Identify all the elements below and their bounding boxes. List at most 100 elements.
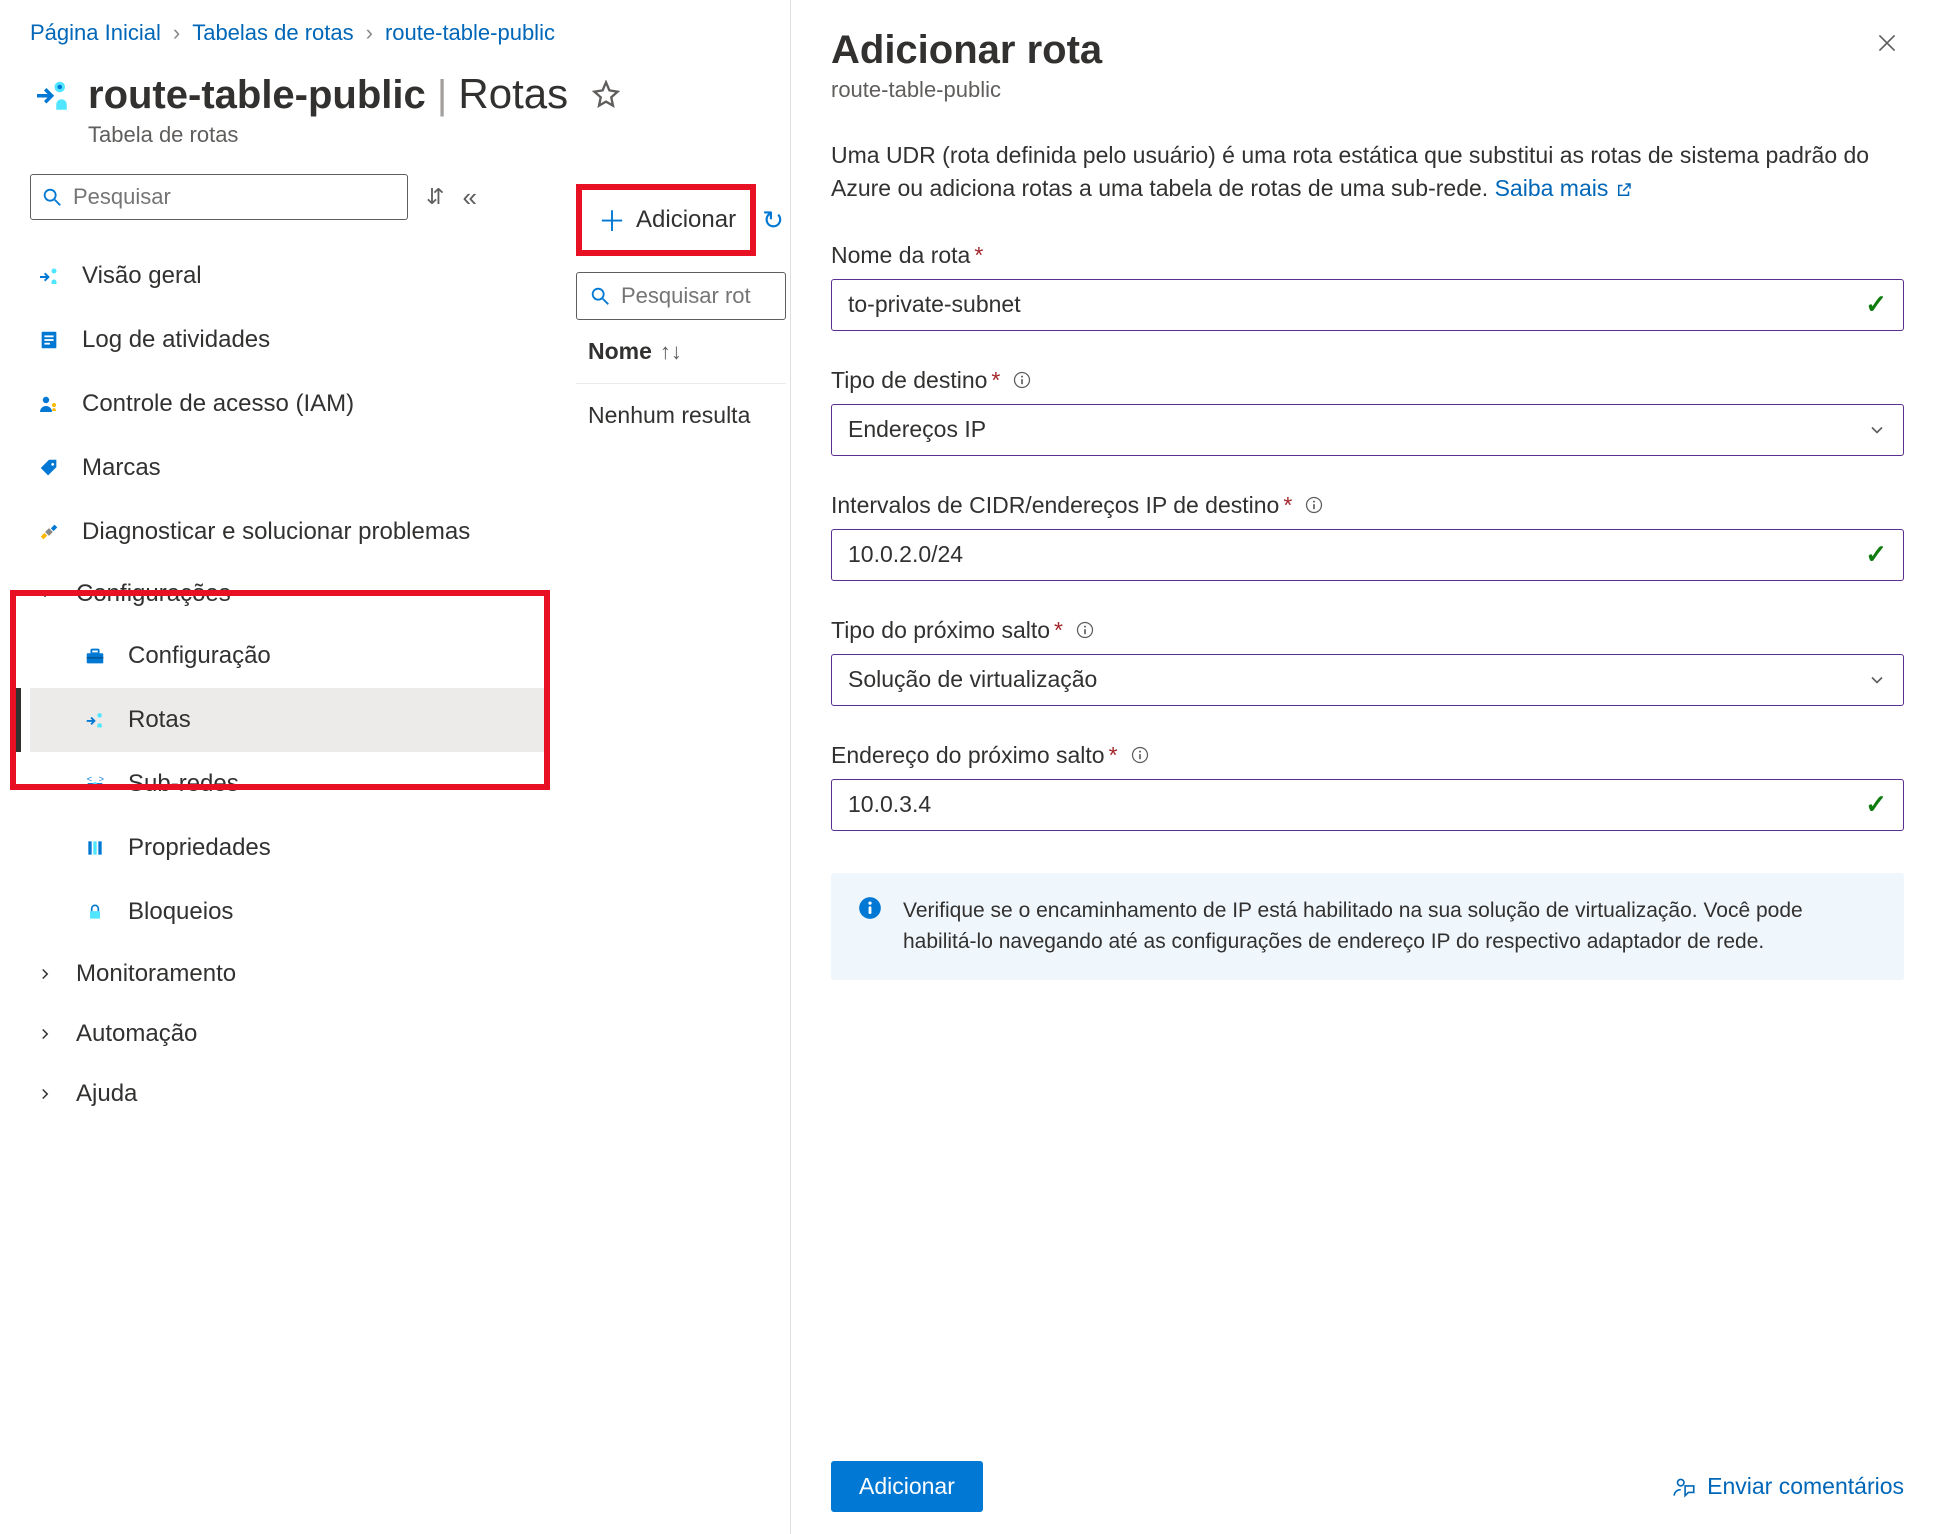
info-icon[interactable] bbox=[1304, 495, 1324, 515]
sidebar-item-label: Rotas bbox=[128, 706, 191, 734]
sidebar-item-label: Controle de acesso (IAM) bbox=[82, 390, 354, 418]
breadcrumb-home[interactable]: Página Inicial bbox=[30, 20, 161, 46]
routes-icon bbox=[82, 707, 108, 733]
feedback-icon bbox=[1671, 1474, 1697, 1500]
svg-text:>: > bbox=[99, 774, 104, 784]
info-icon bbox=[857, 895, 883, 921]
route-table-icon bbox=[36, 263, 62, 289]
collapse-sidebar-icon[interactable]: « bbox=[462, 182, 476, 213]
field-label: Tipo de destino bbox=[831, 367, 987, 394]
required-indicator: * bbox=[1054, 617, 1063, 644]
subnets-icon: <> bbox=[82, 771, 108, 797]
table-header-name[interactable]: Nome↑↓ bbox=[576, 320, 786, 384]
chevron-down-icon bbox=[36, 585, 54, 603]
chevron-right-icon: › bbox=[173, 20, 180, 46]
chevron-down-icon bbox=[1867, 670, 1887, 690]
sidebar-item-tags[interactable]: Marcas bbox=[30, 436, 550, 500]
sidebar-group-settings[interactable]: Configurações bbox=[30, 564, 550, 624]
sidebar-item-configuration[interactable]: Configuração bbox=[30, 624, 550, 688]
sidebar-item-label: Propriedades bbox=[128, 834, 271, 862]
sidebar-item-properties[interactable]: Propriedades bbox=[30, 816, 550, 880]
external-link-icon bbox=[1615, 181, 1633, 199]
panel-footer: Adicionar Enviar comentários bbox=[831, 1461, 1904, 1512]
field-label: Endereço do próximo salto bbox=[831, 742, 1105, 769]
validated-check-icon: ✓ bbox=[1865, 539, 1887, 570]
field-next-hop-address: Endereço do próximo salto* 10.0.3.4 ✓ bbox=[831, 742, 1904, 831]
table-empty-text: Nenhum resulta bbox=[576, 384, 786, 429]
sidebar-group-label: Configurações bbox=[76, 580, 231, 608]
field-label: Nome da rota bbox=[831, 242, 970, 269]
sidebar-item-subnets[interactable]: <> Sub-redes bbox=[30, 752, 550, 816]
sidebar-item-routes[interactable]: Rotas bbox=[30, 688, 550, 752]
panel-description: Uma UDR (rota definida pelo usuário) é u… bbox=[831, 139, 1904, 206]
chevron-right-icon: › bbox=[366, 20, 373, 46]
field-cidr: Intervalos de CIDR/endereços IP de desti… bbox=[831, 492, 1904, 581]
sidebar-group-monitoring[interactable]: Monitoramento bbox=[30, 944, 550, 1004]
sidebar-item-activity-log[interactable]: Log de atividades bbox=[30, 308, 550, 372]
chevron-right-icon bbox=[36, 1085, 54, 1103]
sidebar-group-automation[interactable]: Automação bbox=[30, 1004, 550, 1064]
field-next-hop-type: Tipo do próximo salto* Solução de virtua… bbox=[831, 617, 1904, 706]
favorite-star-icon[interactable] bbox=[592, 80, 620, 108]
sidebar-group-label: Monitoramento bbox=[76, 960, 236, 988]
expand-collapse-icon[interactable]: ⇵ bbox=[426, 184, 444, 210]
feedback-link[interactable]: Enviar comentários bbox=[1671, 1473, 1904, 1500]
field-destination-type: Tipo de destino* Endereços IP bbox=[831, 367, 1904, 456]
learn-more-link[interactable]: Saiba mais bbox=[1495, 175, 1633, 201]
sort-icon: ↑↓ bbox=[660, 339, 682, 365]
chevron-right-icon bbox=[36, 965, 54, 983]
field-route-name: Nome da rota* to-private-subnet ✓ bbox=[831, 242, 1904, 331]
destination-type-select[interactable]: Endereços IP bbox=[831, 404, 1904, 456]
sidebar-item-overview[interactable]: Visão geral bbox=[30, 244, 550, 308]
field-label: Intervalos de CIDR/endereços IP de desti… bbox=[831, 492, 1279, 519]
breadcrumb: Página Inicial › Tabelas de rotas › rout… bbox=[30, 20, 790, 46]
toolbox-icon bbox=[82, 643, 108, 669]
field-label: Tipo do próximo salto bbox=[831, 617, 1050, 644]
sidebar-item-label: Visão geral bbox=[82, 262, 202, 290]
sidebar-item-label: Log de atividades bbox=[82, 326, 270, 354]
cidr-input[interactable]: 10.0.2.0/24 ✓ bbox=[831, 529, 1904, 581]
page-title: route-table-public | Rotas bbox=[88, 70, 568, 118]
diagnose-icon bbox=[36, 519, 62, 545]
breadcrumb-route-tables[interactable]: Tabelas de rotas bbox=[192, 20, 353, 46]
tag-icon bbox=[36, 455, 62, 481]
required-indicator: * bbox=[1109, 742, 1118, 769]
submit-button[interactable]: Adicionar bbox=[831, 1461, 983, 1512]
sidebar-group-help[interactable]: Ajuda bbox=[30, 1064, 550, 1124]
sidebar-search[interactable] bbox=[30, 174, 408, 220]
sidebar-item-label: Marcas bbox=[82, 454, 161, 482]
lock-icon bbox=[82, 899, 108, 925]
svg-text:<: < bbox=[87, 774, 92, 784]
chevron-down-icon bbox=[1867, 420, 1887, 440]
close-icon[interactable] bbox=[1874, 30, 1900, 56]
resource-header: route-table-public | Rotas bbox=[30, 70, 790, 118]
sidebar-item-iam[interactable]: Controle de acesso (IAM) bbox=[30, 372, 550, 436]
refresh-icon[interactable]: ↻ bbox=[762, 205, 784, 236]
sidebar-item-label: Configuração bbox=[128, 642, 271, 670]
required-indicator: * bbox=[991, 367, 1000, 394]
sidebar-search-input[interactable] bbox=[73, 184, 397, 210]
iam-icon bbox=[36, 391, 62, 417]
next-hop-type-select[interactable]: Solução de virtualização bbox=[831, 654, 1904, 706]
route-name-input[interactable]: to-private-subnet ✓ bbox=[831, 279, 1904, 331]
info-icon[interactable] bbox=[1012, 370, 1032, 390]
sidebar-group-label: Automação bbox=[76, 1020, 197, 1048]
breadcrumb-resource[interactable]: route-table-public bbox=[385, 20, 555, 46]
routes-table: Nome↑↓ Nenhum resulta bbox=[576, 272, 786, 429]
next-hop-address-input[interactable]: 10.0.3.4 ✓ bbox=[831, 779, 1904, 831]
required-indicator: * bbox=[974, 242, 983, 269]
sidebar-menu: Visão geral Log de atividades Controle d… bbox=[30, 244, 550, 1124]
required-indicator: * bbox=[1283, 492, 1292, 519]
info-icon[interactable] bbox=[1075, 620, 1095, 640]
sidebar-item-diagnose[interactable]: Diagnosticar e solucionar problemas bbox=[30, 500, 550, 564]
plus-icon: ＋ bbox=[598, 200, 626, 240]
chevron-right-icon bbox=[36, 1025, 54, 1043]
route-table-icon bbox=[30, 73, 72, 115]
info-icon[interactable] bbox=[1130, 745, 1150, 765]
add-route-button[interactable]: ＋ Adicionar bbox=[576, 184, 756, 256]
sidebar-item-locks[interactable]: Bloqueios bbox=[30, 880, 550, 944]
toolbar: ＋ Adicionar ↻ bbox=[576, 184, 784, 256]
sidebar-item-label: Sub-redes bbox=[128, 770, 239, 798]
sidebar-item-label: Bloqueios bbox=[128, 898, 233, 926]
table-search[interactable] bbox=[576, 272, 786, 320]
